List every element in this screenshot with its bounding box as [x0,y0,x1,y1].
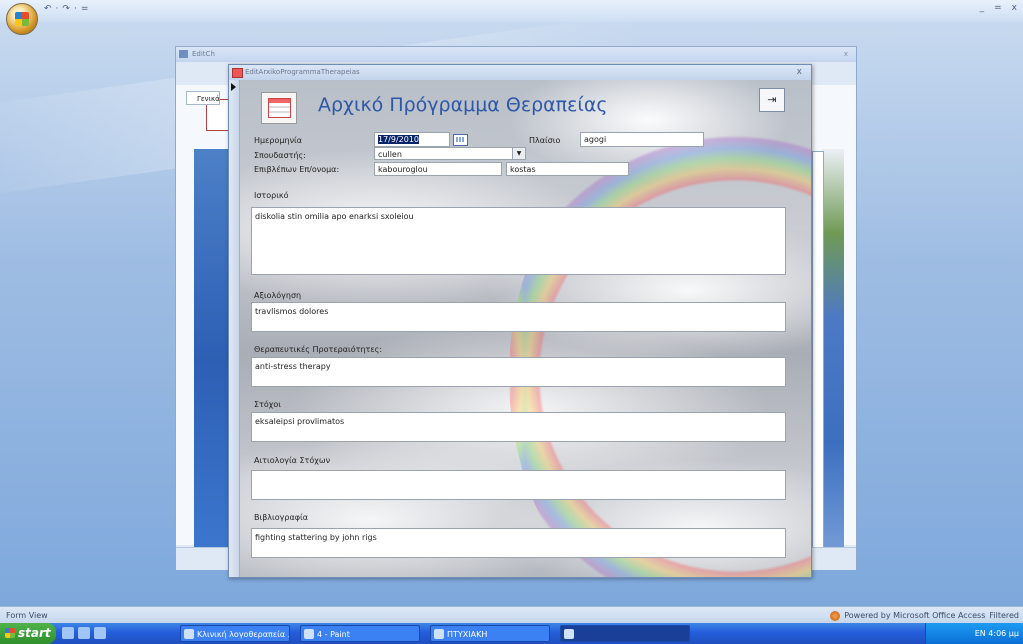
student-label: Σπουδαστής: [254,151,306,160]
history-label: Ιστορικό [254,191,289,200]
close-icon[interactable]: x [844,47,848,62]
exit-button[interactable]: ⇥ [759,88,785,112]
date-value: 17/9/2010 [378,135,420,144]
taskbar-item-folder[interactable]: ΠΤΥΧΙΑΚΗ [430,625,550,642]
browser-icon[interactable] [78,627,90,639]
bibliography-label: Βιβλιογραφία [254,513,308,522]
background-window-titlebar[interactable]: EditCh x [176,47,856,62]
close-icon[interactable]: x [1012,3,1017,13]
filtered-indicator[interactable]: Filtered [989,607,1019,624]
app-titlebar: ↶ · ↷ · = _ = x [0,0,1023,23]
student-combo[interactable]: cullen ▼ [374,147,526,160]
window-controls: _ = x [980,3,1017,13]
quick-access-toolbar: ↶ · ↷ · = [44,4,88,14]
form-icon [232,68,243,78]
show-desktop-icon[interactable] [62,627,74,639]
goals-memo[interactable]: eksaleipsi provlimatos [251,412,786,442]
form-header-icon [261,92,297,124]
customize-icon[interactable]: = [81,4,89,14]
priorities-memo[interactable]: anti-stress therapy [251,357,786,387]
assessment-memo[interactable]: travlismos dolores [251,302,786,332]
media-icon[interactable] [94,627,106,639]
dialog-titlebar[interactable]: EditArxikoProgrammaTherapeias x [229,65,811,80]
form-heading: Αρχικό Πρόγραμμα Θεραπείας [318,94,608,116]
system-tray[interactable]: EN 4:06 μμ [925,623,1023,644]
goals-label: Στόχοι [254,400,281,409]
goals-rationale-memo[interactable] [251,470,786,500]
vertical-scrollbar[interactable] [812,151,824,549]
status-bar: Form View Powered by Microsoft Office Ac… [0,606,1023,624]
form-icon [179,50,188,58]
dialog-body: Αρχικό Πρόγραμμα Θεραπείας ⇥ Ημερομηνία … [229,80,811,577]
date-field[interactable]: 17/9/2010 [374,132,450,147]
windows-taskbar: start Κλινική λογοθεραπεία ... 4 - Paint… [0,623,1023,644]
priorities-label: Θεραπευτικές Προτεραιότητες: [254,345,383,354]
context-label: Πλαίσιο [529,136,561,145]
record-selector[interactable] [229,80,240,577]
current-record-arrow-icon [231,83,236,91]
calendar-icon[interactable] [453,134,468,146]
quick-launch [62,627,106,639]
supervisor-last-name-field[interactable]: kabouroglou [374,162,502,176]
goals-rationale-label: Αιτιολογία Στόχων [254,456,331,465]
background-image-left [194,149,228,569]
start-button[interactable]: start [0,623,56,644]
exit-door-icon: ⇥ [767,93,777,106]
minimize-icon[interactable]: _ [980,3,985,13]
taskbar-item-access[interactable]: Κλινική λογοθεραπεία ... [180,625,290,642]
status-right: Powered by Microsoft Office Access Filte… [830,607,1019,624]
taskbar-item-paint[interactable]: 4 - Paint [300,625,420,642]
dialog-close-icon[interactable]: x [797,65,802,80]
separator-2: · [73,4,77,14]
history-memo[interactable]: diskolia stin omilia apo enarksi sxoleio… [251,207,786,275]
dialog-title: EditArxikoProgrammaTherapeias [245,68,360,76]
undo-icon[interactable]: ↶ [44,4,52,14]
office-button[interactable] [6,3,38,35]
tab-general[interactable]: Γενικά [186,91,220,105]
date-label: Ημερομηνία [254,136,303,145]
supervisor-label: Επιβλέπων Επ/ονομα: [254,165,340,174]
powered-by-text: Powered by Microsoft Office Access [844,611,986,620]
view-status: Form View [6,611,48,620]
background-image-right [822,149,844,569]
taskbar-item-window[interactable] [560,625,690,642]
chevron-down-icon[interactable]: ▼ [512,148,525,159]
bibliography-memo[interactable]: fighting stattering by john rigs [251,528,786,558]
restore-icon[interactable]: = [994,3,1002,13]
context-field[interactable]: agogi [580,132,704,147]
assessment-label: Αξιολόγηση [254,291,302,300]
redo-icon[interactable]: ↷ [62,4,70,14]
office-icon [830,610,841,621]
separator: · [55,4,59,14]
edit-treatment-program-dialog[interactable]: EditArxikoProgrammaTherapeias x Αρχικό Π… [228,64,812,578]
tab-general-label: Γενικά [197,95,220,103]
background-window-title: EditCh [192,50,215,58]
workspace: EditCh x Γενικά EditArxikoProgrammaThera… [0,22,1023,606]
student-value: cullen [378,150,402,159]
supervisor-first-name-field[interactable]: kostas [506,162,629,176]
office-logo-icon [15,12,29,26]
